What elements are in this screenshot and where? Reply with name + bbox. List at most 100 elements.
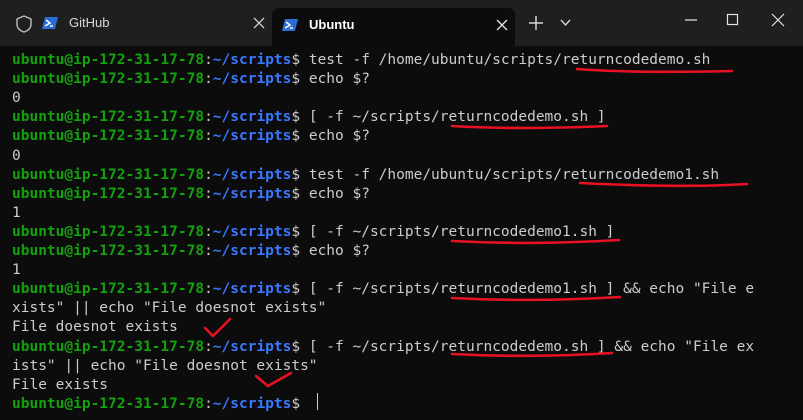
prompt-symbol: $ [291,185,301,202]
new-tab-button[interactable] [529,16,543,30]
prompt-path: ~/scripts [212,128,292,145]
prompt-separator: : [204,338,213,355]
prompt-symbol: $ [291,109,301,126]
output-text: 1 [12,262,21,279]
prompt-separator: : [204,243,213,259]
output-text: 0 [12,147,21,164]
prompt-user: ubuntu@ip-172-31-17-78 [12,109,205,126]
tab-title: Ubuntu [309,17,355,32]
prompt-user: ubuntu@ip-172-31-17-78 [12,223,205,240]
prompt-path: ~/scripts [212,166,292,183]
prompt-path: ~/scripts [212,185,292,202]
prompt-path: ~/scripts [212,109,292,126]
powershell-icon [282,19,298,31]
command-text: [ -f ~/scripts/returncodedemo.sh ] && ec… [308,338,755,355]
output-line: xists" || echo "File doesnot exists" [12,299,326,318]
prompt-symbol: $ [291,166,301,183]
output-line: 0 [12,147,21,166]
prompt-symbol: $ [291,52,301,68]
command-text: echo $? [308,128,370,145]
prompt-separator: : [204,281,213,298]
prompt-line: ubuntu@ip-172-31-17-78:~/scripts$ test -… [12,166,719,185]
output-text: ists" || echo "File doesnot exists" [12,357,318,374]
prompt-path: ~/scripts [212,395,292,412]
powershell-icon [42,17,58,29]
minimize-button[interactable] [684,13,698,27]
prompt-line: ubuntu@ip-172-31-17-78:~/scripts$ [ -f ~… [12,223,614,242]
prompt-separator: : [204,52,213,68]
prompt-line: ubuntu@ip-172-31-17-78:~/scripts$ echo $… [12,242,370,261]
prompt-symbol: $ [291,338,301,355]
output-text: File exists [12,376,109,393]
output-text: 1 [12,204,21,221]
prompt-line: ubuntu@ip-172-31-17-78:~/scripts$ echo $… [12,127,370,146]
text-cursor [317,393,318,410]
prompt-line: ubuntu@ip-172-31-17-78:~/scripts$ test -… [12,51,710,70]
chevron-down-icon[interactable] [560,19,571,27]
prompt-symbol: $ [291,281,301,298]
prompt-line: ubuntu@ip-172-31-17-78:~/scripts$ [12,395,309,414]
prompt-path: ~/scripts [212,338,292,355]
tab-github[interactable]: GitHub [32,8,272,38]
prompt-user: ubuntu@ip-172-31-17-78 [12,166,205,183]
maximize-button[interactable] [726,13,740,27]
output-line: ists" || echo "File doesnot exists" [12,357,318,376]
prompt-user: ubuntu@ip-172-31-17-78 [12,71,205,88]
terminal-output[interactable]: ubuntu@ip-172-31-17-78:~/scripts$ test -… [0,46,803,420]
close-icon[interactable] [496,19,508,31]
prompt-separator: : [204,71,213,88]
prompt-path: ~/scripts [212,281,292,298]
terminal-window: GitHub Ubuntu ubuntu@ip-172-31-17-78:~/s… [0,0,803,420]
prompt-path: ~/scripts [212,223,292,240]
output-line: 1 [12,204,21,223]
command-text: test -f /home/ubuntu/scripts/returncoded… [308,52,711,68]
prompt-line: ubuntu@ip-172-31-17-78:~/scripts$ echo $… [12,185,370,204]
prompt-path: ~/scripts [212,243,292,259]
close-icon[interactable] [253,17,265,29]
shield-icon [16,15,32,33]
tab-title: GitHub [69,15,110,30]
prompt-line: ubuntu@ip-172-31-17-78:~/scripts$ [ -f ~… [12,338,754,357]
prompt-user: ubuntu@ip-172-31-17-78 [12,52,205,68]
prompt-line: ubuntu@ip-172-31-17-78:~/scripts$ [ -f ~… [12,280,754,299]
close-window-button[interactable] [771,13,785,27]
prompt-user: ubuntu@ip-172-31-17-78 [12,128,205,145]
output-line: 1 [12,261,21,280]
output-line: 0 [12,89,21,108]
output-text: 0 [12,90,21,107]
command-text: echo $? [308,243,370,259]
prompt-symbol: $ [291,128,301,145]
prompt-separator: : [204,395,213,412]
prompt-line: ubuntu@ip-172-31-17-78:~/scripts$ echo $… [12,70,370,89]
prompt-symbol: $ [291,395,301,412]
command-text: [ -f ~/scripts/returncodedemo1.sh ] && e… [308,281,755,298]
output-line: File doesnot exists [12,318,178,337]
prompt-symbol: $ [291,243,301,259]
tab-bar: GitHub Ubuntu [0,0,803,46]
prompt-line: ubuntu@ip-172-31-17-78:~/scripts$ [ -f ~… [12,108,606,127]
output-text: xists" || echo "File doesnot exists" [12,300,327,317]
tab-ubuntu[interactable]: Ubuntu [272,8,515,46]
prompt-separator: : [204,223,213,240]
prompt-path: ~/scripts [212,71,292,88]
command-text: echo $? [308,71,370,88]
prompt-user: ubuntu@ip-172-31-17-78 [12,395,205,412]
check-mark [203,317,232,338]
prompt-user: ubuntu@ip-172-31-17-78 [12,243,205,259]
prompt-symbol: $ [291,71,301,88]
output-text: File doesnot exists [12,319,178,336]
command-text: [ -f ~/scripts/returncodedemo1.sh ] [308,223,615,240]
prompt-user: ubuntu@ip-172-31-17-78 [12,281,205,298]
prompt-user: ubuntu@ip-172-31-17-78 [12,338,205,355]
prompt-separator: : [204,128,213,145]
prompt-user: ubuntu@ip-172-31-17-78 [12,185,205,202]
output-line: File exists [12,376,108,395]
prompt-symbol: $ [291,223,301,240]
prompt-path: ~/scripts [212,52,292,68]
command-text: test -f /home/ubuntu/scripts/returncoded… [308,166,720,183]
command-text: echo $? [308,185,370,202]
prompt-separator: : [204,109,213,126]
command-text: [ -f ~/scripts/returncodedemo.sh ] [308,109,606,126]
prompt-separator: : [204,185,213,202]
prompt-separator: : [204,166,213,183]
